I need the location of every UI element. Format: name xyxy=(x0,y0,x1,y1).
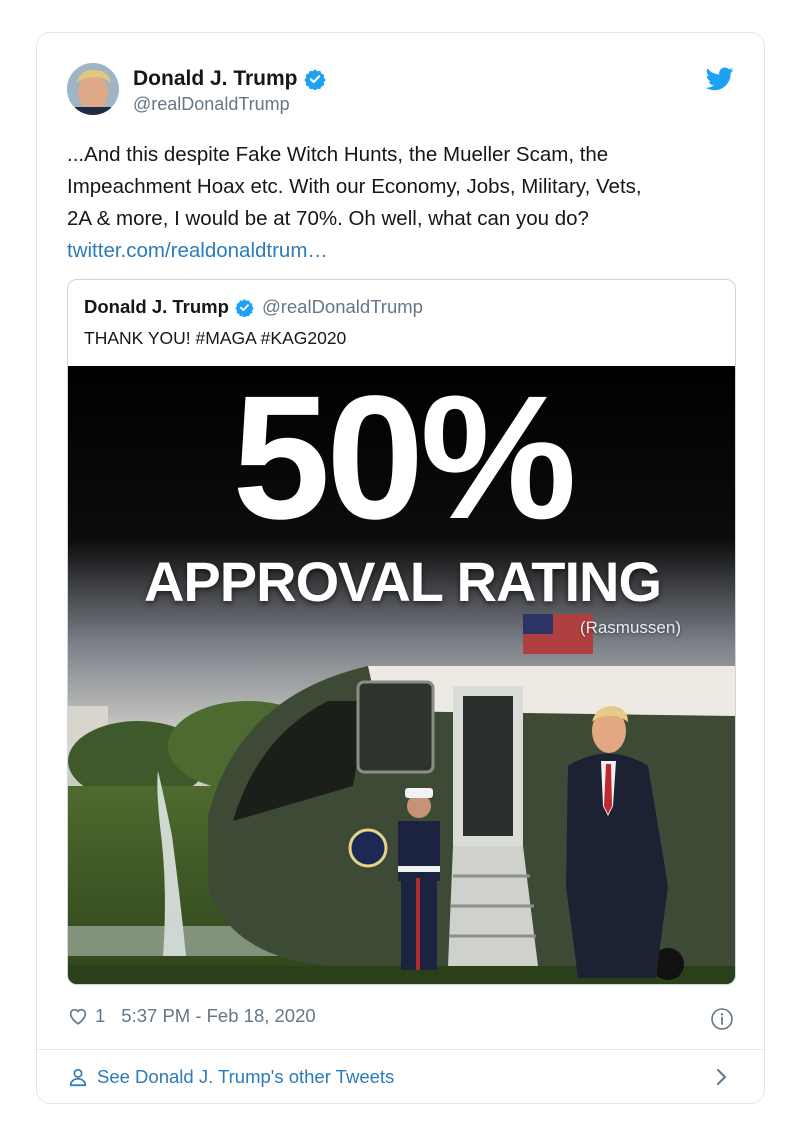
tweet-body: ...And this despite Fake Witch Hunts, th… xyxy=(67,139,737,267)
tweet-meta: 1 5:37 PM - Feb 18, 2020 xyxy=(67,1005,316,1027)
chevron-right-icon xyxy=(717,1069,726,1085)
tweet-header: Donald J. Trump @realDonaldTrump xyxy=(67,63,734,119)
quoted-author-handle: @realDonaldTrump xyxy=(261,296,423,317)
image-subheadline: APPROVAL RATING xyxy=(143,550,662,613)
image-headline: 50% xyxy=(232,366,576,556)
quoted-author-name: Donald J. Trump xyxy=(84,296,229,317)
heart-icon[interactable] xyxy=(67,1005,89,1027)
verified-badge-icon xyxy=(303,69,326,90)
like-count: 1 xyxy=(95,1005,106,1026)
tweet-text-line: ...And this despite Fake Witch Hunts, th… xyxy=(67,143,609,166)
see-other-tweets-link[interactable]: See Donald J. Trump's other Tweets xyxy=(67,1065,734,1089)
author-name[interactable]: Donald J. Trump xyxy=(133,67,298,91)
footer-divider xyxy=(37,1049,764,1050)
tweet-text-line: 2A & more, I would be at 70%. Oh well, w… xyxy=(67,207,589,230)
quoted-tweet[interactable]: Donald J. Trump @realDonaldTrump THANK Y… xyxy=(67,279,736,985)
tweet-text-line: Impeachment Hoax etc. With our Economy, … xyxy=(67,175,642,198)
person-icon xyxy=(69,1068,87,1087)
quoted-tweet-text: THANK YOU! #MAGA #KAG2020 xyxy=(84,328,347,348)
author-handle[interactable]: @realDonaldTrump xyxy=(133,94,290,115)
tweet-link[interactable]: twitter.com/realdonaldtrum… xyxy=(67,235,737,267)
quoted-tweet-header: Donald J. Trump @realDonaldTrump xyxy=(84,296,423,318)
author-avatar[interactable] xyxy=(67,63,119,115)
see-other-tweets-label: See Donald J. Trump's other Tweets xyxy=(97,1066,395,1087)
twitter-bird-icon[interactable] xyxy=(706,67,734,91)
quoted-tweet-image[interactable]: 50% APPROVAL RATING (Rasmussen) xyxy=(68,366,735,984)
image-source: (Rasmussen) xyxy=(579,618,681,637)
embedded-tweet-card: Donald J. Trump @realDonaldTrump ...And … xyxy=(36,32,765,1104)
author-name-row: Donald J. Trump xyxy=(133,67,326,91)
tweet-timestamp[interactable]: 5:37 PM - Feb 18, 2020 xyxy=(121,1005,315,1027)
info-icon[interactable] xyxy=(710,1007,734,1031)
verified-badge-icon xyxy=(235,298,254,317)
